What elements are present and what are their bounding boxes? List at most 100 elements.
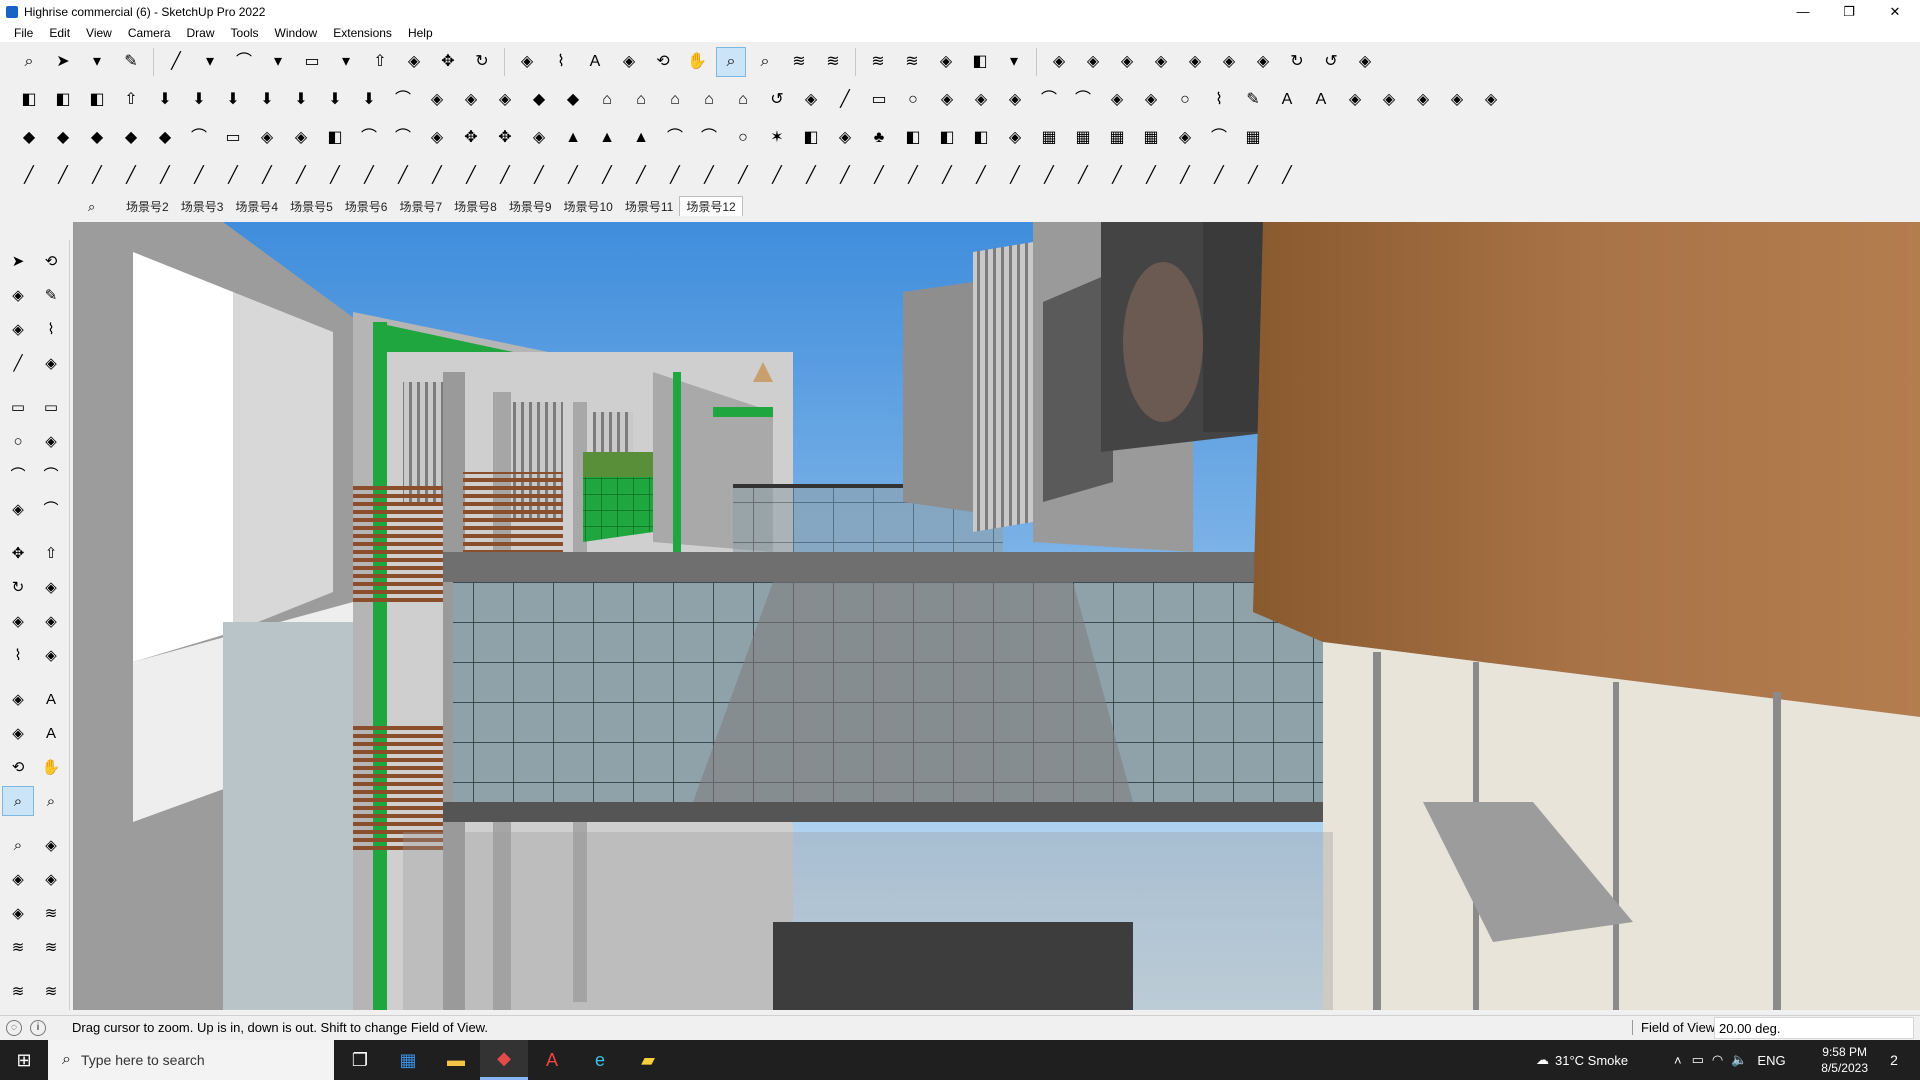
draw25-icon[interactable]: ╱ xyxy=(830,161,860,191)
scene-tab[interactable]: 场景号6 xyxy=(339,198,394,215)
section-icon[interactable]: ≋ xyxy=(784,47,814,77)
hexagon-icon[interactable]: ◈ xyxy=(932,85,962,115)
zoom-window-icon[interactable]: ⌕ xyxy=(750,47,780,77)
plane-icon[interactable]: ◆ xyxy=(524,85,554,115)
arc3-tool-icon[interactable]: ⌒ xyxy=(35,494,67,524)
scene-search-icon[interactable]: ⌕ xyxy=(88,199,95,215)
rectangle-tool-icon[interactable]: ▭ xyxy=(2,392,34,422)
edge-icon[interactable]: e xyxy=(576,1040,624,1080)
flip-icon[interactable]: ◈ xyxy=(1112,47,1142,77)
u-turn-icon[interactable]: ◈ xyxy=(830,123,860,153)
menu-file[interactable]: File xyxy=(6,26,41,40)
menu-extensions[interactable]: Extensions xyxy=(325,26,400,40)
tape-measure-tool-icon[interactable]: ⌇ xyxy=(2,640,34,670)
menu-draw[interactable]: Draw xyxy=(179,26,223,40)
x-blue-icon[interactable]: ◈ xyxy=(524,123,554,153)
peak-icon[interactable]: ▲ xyxy=(592,123,622,153)
zoom-extents-icon[interactable]: ⌕ xyxy=(14,47,44,77)
text-tool-icon[interactable]: A xyxy=(35,684,67,714)
dropdown-icon[interactable]: ▾ xyxy=(999,47,1029,77)
push-pull-icon[interactable]: ⇧ xyxy=(365,47,395,77)
sticky-notes-icon[interactable]: ▰ xyxy=(624,1040,672,1080)
select-icon[interactable]: ➤ xyxy=(48,47,78,77)
chevron-up-icon[interactable]: ˄ xyxy=(1674,1053,1682,1068)
warp5-icon[interactable]: ◈ xyxy=(1476,85,1506,115)
acrobat-icon[interactable]: A xyxy=(528,1040,576,1080)
draw11-icon[interactable]: ╱ xyxy=(354,161,384,191)
ruler-red-icon[interactable]: ⌇ xyxy=(1204,85,1234,115)
pan-icon[interactable]: ✋ xyxy=(682,47,712,77)
box-brown-icon[interactable]: ◧ xyxy=(320,123,350,153)
house-icon[interactable]: ⌂ xyxy=(592,85,622,115)
pie-tool-icon[interactable]: ◈ xyxy=(2,494,34,524)
cross-green-icon[interactable]: ✥ xyxy=(490,123,520,153)
line-tool-icon[interactable]: ╱ xyxy=(2,348,34,378)
meet-now-icon[interactable]: ▭ xyxy=(1692,1052,1704,1068)
zoom-icon[interactable]: ⌕ xyxy=(716,47,746,77)
plane-blue-icon[interactable]: ◆ xyxy=(14,123,44,153)
house3-icon[interactable]: ⌂ xyxy=(660,85,690,115)
rotate-tool-icon[interactable]: ↻ xyxy=(2,572,34,602)
box3-icon[interactable]: ◧ xyxy=(932,123,962,153)
dots-icon[interactable]: ◈ xyxy=(1170,123,1200,153)
draw27-icon[interactable]: ╱ xyxy=(898,161,928,191)
arrow-down6-icon[interactable]: ⬇ xyxy=(320,85,350,115)
freehand-tool-icon[interactable]: ◈ xyxy=(35,348,67,378)
dots-red-icon[interactable]: ◈ xyxy=(422,123,452,153)
house2-icon[interactable]: ⌂ xyxy=(626,85,656,115)
paint-bucket-icon[interactable]: ◈ xyxy=(614,47,644,77)
shape-icon[interactable]: ◈ xyxy=(796,85,826,115)
grid2-icon[interactable]: ▦ xyxy=(1238,123,1268,153)
zoom-tool-icon[interactable]: ⌕ xyxy=(2,786,34,816)
offset-tool-icon[interactable]: ◈ xyxy=(35,606,67,636)
draw9-icon[interactable]: ╱ xyxy=(286,161,316,191)
polygon-tool-icon[interactable]: ◈ xyxy=(35,426,67,456)
arc-tool-icon[interactable]: ⌒ xyxy=(2,460,34,490)
wifi-icon[interactable]: ◠ xyxy=(1712,1052,1723,1068)
arrow-down3-icon[interactable]: ⬇ xyxy=(218,85,248,115)
loop-icon[interactable]: ⌒ xyxy=(660,123,690,153)
draw7-icon[interactable]: ╱ xyxy=(218,161,248,191)
cabinet-icon[interactable]: ◈ xyxy=(1000,123,1030,153)
grid-orange-icon[interactable]: ▦ xyxy=(1068,123,1098,153)
push-pull-tool-icon[interactable]: ⇧ xyxy=(35,538,67,568)
undo-icon[interactable]: ↻ xyxy=(1282,47,1312,77)
minimize-button[interactable]: — xyxy=(1780,0,1826,23)
lasso-icon[interactable]: ◈ xyxy=(1102,85,1132,115)
axes-icon[interactable]: ◈ xyxy=(1214,47,1244,77)
task-view-icon[interactable]: ❐ xyxy=(336,1040,384,1080)
scene-tab[interactable]: 场景号12 xyxy=(679,196,743,216)
close-button[interactable]: ✕ xyxy=(1872,0,1918,23)
circle-icon[interactable]: ○ xyxy=(898,85,928,115)
dropdown-icon[interactable]: ▾ xyxy=(331,47,361,77)
follow-me-tool-icon[interactable]: ◈ xyxy=(35,572,67,602)
curve2-icon[interactable]: ⌒ xyxy=(354,123,384,153)
cross-red-icon[interactable]: ✥ xyxy=(456,123,486,153)
draw4-icon[interactable]: ╱ xyxy=(116,161,146,191)
arc3-icon[interactable]: ⌒ xyxy=(1204,123,1234,153)
draw8-icon[interactable]: ╱ xyxy=(252,161,282,191)
cube-icon[interactable]: ◧ xyxy=(14,85,44,115)
draw23-icon[interactable]: ╱ xyxy=(762,161,792,191)
draw35-icon[interactable]: ╱ xyxy=(1170,161,1200,191)
rectangle-icon[interactable]: ▭ xyxy=(297,47,327,77)
scale-tool-icon[interactable]: ◈ xyxy=(2,606,34,636)
arrow-down7-icon[interactable]: ⬇ xyxy=(354,85,384,115)
spiral-icon[interactable]: ⌒ xyxy=(1068,85,1098,115)
scene-tab[interactable]: 场景号8 xyxy=(448,198,503,215)
draw18-icon[interactable]: ╱ xyxy=(592,161,622,191)
warp4-icon[interactable]: ◈ xyxy=(1442,85,1472,115)
draw38-icon[interactable]: ╱ xyxy=(1272,161,1302,191)
draw12-icon[interactable]: ╱ xyxy=(388,161,418,191)
eraser-pink-icon[interactable]: ✎ xyxy=(1238,85,1268,115)
arrow-down2-icon[interactable]: ⬇ xyxy=(184,85,214,115)
plane-yellow-icon[interactable]: ◆ xyxy=(82,123,112,153)
cube3-icon[interactable]: ◧ xyxy=(82,85,112,115)
arrow-down-icon[interactable]: ⬇ xyxy=(150,85,180,115)
fredo-icon[interactable]: ↺ xyxy=(762,85,792,115)
clock[interactable]: 9:58 PM 8/5/2023 xyxy=(1821,1044,1868,1076)
draw32-icon[interactable]: ╱ xyxy=(1068,161,1098,191)
warp-icon[interactable]: ◈ xyxy=(1340,85,1370,115)
scene-tab[interactable]: 场景号5 xyxy=(284,198,339,215)
draw13-icon[interactable]: ╱ xyxy=(422,161,452,191)
